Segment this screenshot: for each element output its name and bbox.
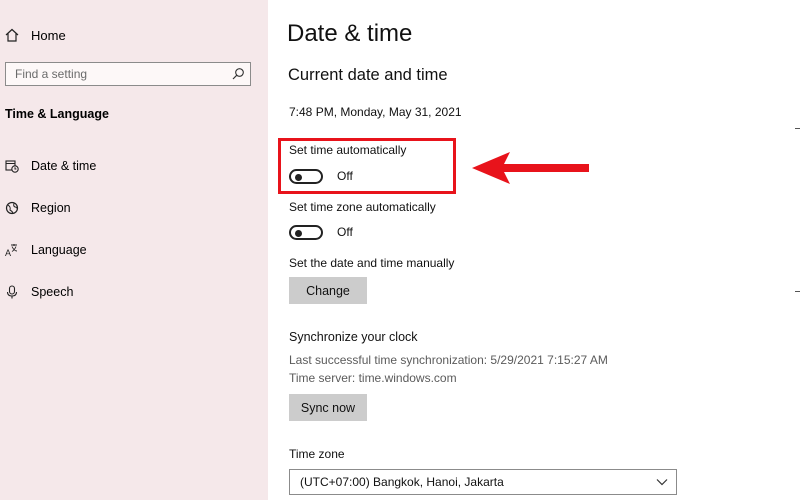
change-button[interactable]: Change: [289, 277, 367, 304]
time-zone-dropdown[interactable]: (UTC+07:00) Bangkok, Hanoi, Jakarta: [289, 469, 677, 495]
sidebar-item-language[interactable]: A Language: [5, 239, 87, 261]
sidebar-item-speech[interactable]: Speech: [5, 281, 73, 303]
scrollbar-mark: [795, 291, 800, 292]
sidebar-item-label: Speech: [31, 285, 74, 299]
section-heading: Current date and time: [288, 66, 448, 84]
scrollbar-mark: [795, 128, 800, 129]
svg-text:A: A: [5, 248, 11, 257]
search-icon[interactable]: [231, 67, 245, 81]
set-timezone-auto-state: Off: [337, 225, 353, 239]
microphone-icon: [5, 285, 19, 299]
red-arrow-annotation: [472, 152, 589, 184]
home-label: Home: [31, 27, 66, 43]
time-server-info: Time server: time.windows.com: [289, 371, 457, 385]
set-timezone-auto-label: Set time zone automatically: [289, 200, 436, 214]
toggle-track[interactable]: [289, 224, 323, 240]
last-sync-info: Last successful time synchronization: 5/…: [289, 353, 608, 367]
section-title: Time & Language: [5, 107, 109, 121]
sidebar-item-date-time[interactable]: Date & time: [5, 155, 96, 177]
calendar-clock-icon: [5, 159, 19, 173]
sidebar-item-region[interactable]: Region: [5, 197, 71, 219]
manual-datetime-label: Set the date and time manually: [289, 256, 455, 270]
settings-search[interactable]: [5, 62, 251, 86]
sync-now-button[interactable]: Sync now: [289, 394, 367, 421]
globe-icon: [5, 201, 19, 215]
sidebar-item-label: Region: [31, 201, 71, 215]
sync-clock-heading: Synchronize your clock: [289, 330, 418, 344]
main-content: Date & time Current date and time 7:48 P…: [268, 0, 800, 500]
home-nav-item[interactable]: Home: [5, 24, 66, 46]
time-zone-label: Time zone: [289, 447, 345, 461]
language-icon: A: [5, 243, 19, 257]
toggle-knob: [295, 229, 302, 237]
current-datetime: 7:48 PM, Monday, May 31, 2021: [289, 105, 462, 119]
sidebar-item-label: Language: [31, 243, 87, 257]
chevron-down-icon: [656, 479, 668, 486]
page-title: Date & time: [287, 20, 413, 47]
time-zone-value: (UTC+07:00) Bangkok, Hanoi, Jakarta: [300, 475, 504, 489]
home-icon: [5, 28, 19, 42]
set-timezone-auto-toggle[interactable]: [289, 223, 327, 241]
settings-sidebar: Home Time & Language Date & time Regi: [0, 0, 268, 500]
search-input[interactable]: [6, 63, 216, 85]
sidebar-item-label: Date & time: [31, 159, 97, 173]
highlight-box: [278, 138, 456, 194]
